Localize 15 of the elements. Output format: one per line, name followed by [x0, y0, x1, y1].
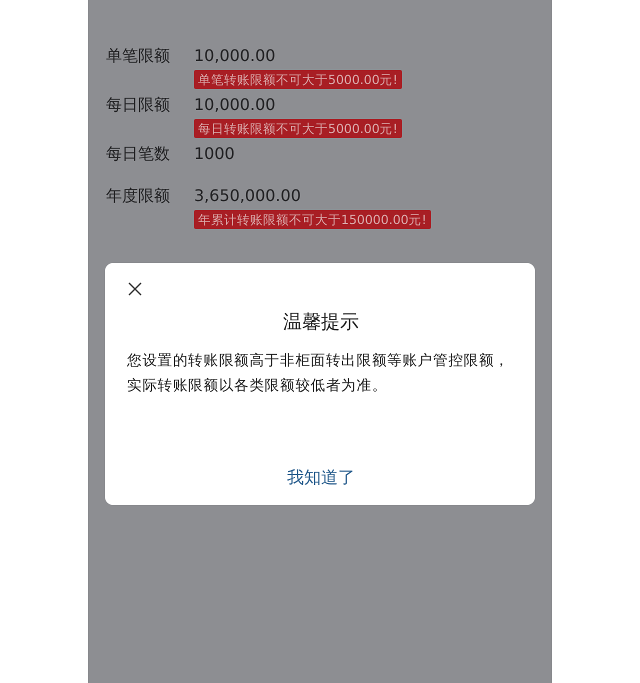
field-value[interactable]: 10,000.00: [194, 44, 276, 68]
field-label: 每日笔数: [106, 143, 171, 165]
error-tooltip: 每日转账限额不可大于5000.00元!: [194, 119, 402, 138]
dialog-title: 温馨提示: [282, 310, 360, 335]
error-tooltip: 单笔转账限额不可大于5000.00元!: [194, 70, 402, 89]
dialog-message: 您设置的转账限额高于非柜面转出限额等账户管控限额，实际转账限额以各类限额较低者为准。: [127, 352, 510, 396]
field-value[interactable]: 10,000.00: [194, 93, 276, 117]
confirm-button[interactable]: 我知道了: [277, 462, 365, 493]
field-label: 单笔限额: [106, 45, 171, 67]
close-icon[interactable]: [127, 281, 143, 297]
field-label: 年度限额: [106, 185, 171, 207]
error-tooltip: 年累计转账限额不可大于150000.00元!: [194, 210, 431, 229]
field-value[interactable]: 3,650,000.00: [194, 184, 301, 208]
field-value[interactable]: 1000: [194, 142, 235, 166]
field-label: 每日限额: [106, 94, 171, 116]
